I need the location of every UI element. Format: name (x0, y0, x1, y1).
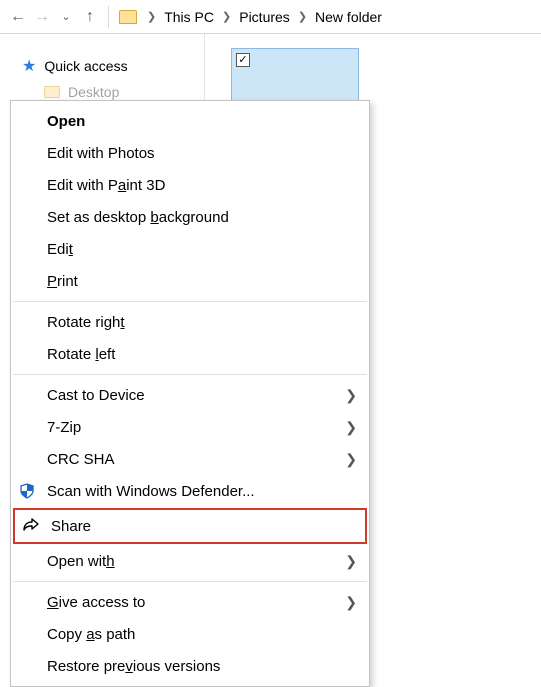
menu-restore-previous-versions[interactable]: Restore previous versions (11, 650, 369, 682)
menu-separator (13, 301, 367, 302)
menu-label: Scan with Windows Defender... (47, 483, 255, 500)
menu-label: Share (51, 518, 91, 535)
nav-back-icon[interactable]: ← (6, 5, 30, 29)
chevron-right-icon: ❯ (345, 451, 357, 468)
breadcrumb-new-folder[interactable]: New folder (311, 0, 386, 33)
breadcrumb-pictures[interactable]: Pictures (235, 0, 294, 33)
menu-open-with[interactable]: Open with ❯ (11, 545, 369, 577)
menu-rotate-left[interactable]: Rotate left (11, 338, 369, 370)
menu-edit-with-paint3d[interactable]: Edit with Paint 3D (11, 169, 369, 201)
menu-scan-defender[interactable]: Scan with Windows Defender... (11, 475, 369, 507)
chevron-right-icon: ❯ (345, 419, 357, 436)
sidebar-item-label: Quick access (44, 58, 127, 74)
menu-label: Edit (47, 241, 73, 258)
sidebar-item-quick-access[interactable]: ★ Quick access (0, 52, 204, 80)
menu-label: Rotate right (47, 314, 125, 331)
address-bar: ← → ⌄ ↑ ❯ This PC ❯ Pictures ❯ New folde… (0, 0, 541, 34)
breadcrumb-this-pc[interactable]: This PC (160, 0, 218, 33)
menu-copy-as-path[interactable]: Copy as path (11, 618, 369, 650)
menu-open[interactable]: Open (11, 105, 369, 137)
menu-crc-sha[interactable]: CRC SHA ❯ (11, 443, 369, 475)
menu-label: Set as desktop background (47, 209, 229, 226)
divider (108, 6, 109, 28)
menu-label: Restore previous versions (47, 658, 220, 675)
nav-recent-dropdown-icon[interactable]: ⌄ (54, 5, 78, 29)
menu-edit-with-photos[interactable]: Edit with Photos (11, 137, 369, 169)
menu-label: Edit with Paint 3D (47, 177, 165, 194)
menu-label: Open (47, 113, 85, 130)
folder-icon (119, 10, 137, 24)
menu-label: CRC SHA (47, 451, 115, 468)
chevron-right-icon: ❯ (345, 553, 357, 570)
context-menu: Open Edit with Photos Edit with Paint 3D… (10, 100, 370, 687)
shield-icon (19, 483, 39, 499)
chevron-right-icon[interactable]: ❯ (294, 10, 311, 23)
menu-share[interactable]: Share (13, 508, 367, 544)
menu-set-desktop-background[interactable]: Set as desktop background (11, 201, 369, 233)
menu-label: 7-Zip (47, 419, 81, 436)
menu-label: Print (47, 273, 78, 290)
menu-print[interactable]: Print (11, 265, 369, 297)
selection-checkbox-icon[interactable]: ✓ (236, 53, 250, 67)
folder-icon (44, 86, 60, 98)
menu-label: Edit with Photos (47, 145, 155, 162)
chevron-right-icon[interactable]: ❯ (143, 10, 160, 23)
menu-separator (13, 374, 367, 375)
menu-rotate-right[interactable]: Rotate right (11, 306, 369, 338)
menu-give-access-to[interactable]: Give access to ❯ (11, 586, 369, 618)
menu-label: Cast to Device (47, 387, 145, 404)
menu-7zip[interactable]: 7-Zip ❯ (11, 411, 369, 443)
menu-label: Copy as path (47, 626, 135, 643)
menu-label: Open with (47, 553, 115, 570)
chevron-right-icon: ❯ (345, 387, 357, 404)
star-icon: ★ (22, 56, 36, 76)
menu-label: Give access to (47, 594, 145, 611)
nav-up-icon[interactable]: ↑ (78, 5, 102, 29)
menu-edit[interactable]: Edit (11, 233, 369, 265)
chevron-right-icon[interactable]: ❯ (218, 10, 235, 23)
share-icon (21, 516, 41, 536)
menu-label: Rotate left (47, 346, 115, 363)
sidebar-item-label: Desktop (68, 84, 119, 100)
chevron-right-icon: ❯ (345, 594, 357, 611)
nav-forward-icon[interactable]: → (30, 5, 54, 29)
menu-cast-to-device[interactable]: Cast to Device ❯ (11, 379, 369, 411)
menu-separator (13, 581, 367, 582)
